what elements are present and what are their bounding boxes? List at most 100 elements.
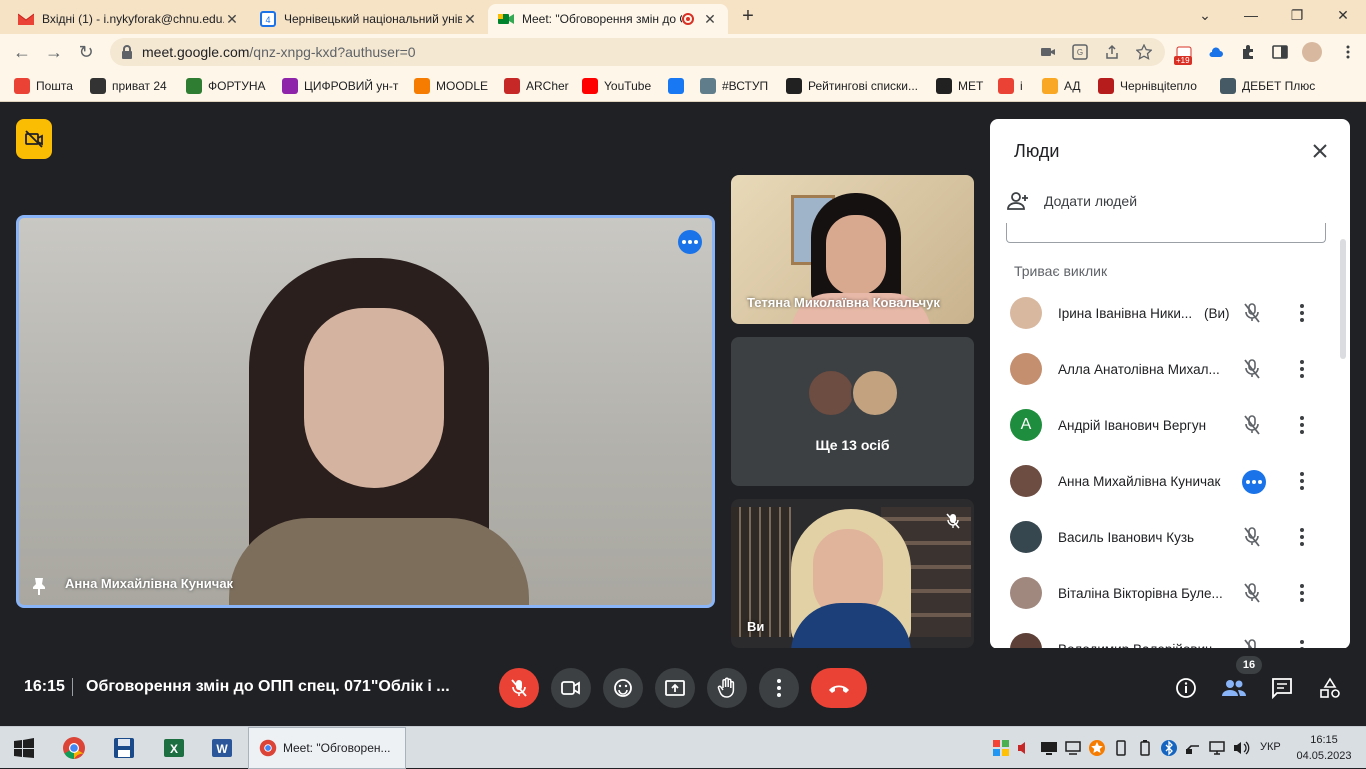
mic-toggle-button[interactable]: [499, 668, 539, 708]
side-panel-icon[interactable]: [1272, 44, 1288, 60]
pin-icon[interactable]: [31, 577, 47, 595]
bookmark-item[interactable]: приват 24: [90, 76, 167, 96]
restore-button[interactable]: ❐: [1274, 0, 1320, 30]
tray-monitor-icon[interactable]: [1040, 739, 1058, 757]
taskbar-active-window[interactable]: Meet: "Обговорен...: [248, 727, 406, 769]
tray-bluetooth-icon[interactable]: [1160, 739, 1178, 757]
bookmark-label: АД: [1064, 79, 1081, 93]
meeting-details-button[interactable]: [1172, 674, 1200, 702]
bookmark-item[interactable]: Пошта: [14, 76, 73, 96]
participant-row[interactable]: Віталіна Вікторівна Буле...: [990, 565, 1340, 621]
back-button[interactable]: ←: [10, 40, 34, 64]
share-icon[interactable]: [1104, 44, 1120, 60]
bookmark-item[interactable]: Рейтингові списки...: [786, 76, 918, 96]
recording-icon: [682, 13, 694, 25]
tray-display-icon[interactable]: [1064, 739, 1082, 757]
chat-button[interactable]: [1268, 674, 1296, 702]
bookmark-item[interactable]: MOODLE: [414, 76, 488, 96]
minimize-button[interactable]: —: [1228, 0, 1274, 30]
participant-options-button[interactable]: [1290, 581, 1314, 605]
bookmark-item[interactable]: #ВСТУП: [700, 76, 768, 96]
close-panel-icon[interactable]: [1308, 139, 1332, 163]
translate-icon[interactable]: G: [1072, 44, 1088, 60]
participant-options-button[interactable]: [1290, 301, 1314, 325]
tray-star-icon[interactable]: [1088, 739, 1106, 757]
present-screen-button[interactable]: [655, 668, 695, 708]
forward-button[interactable]: →: [42, 40, 66, 64]
new-tab-button[interactable]: +: [737, 6, 759, 28]
tray-volume-icon[interactable]: [1232, 739, 1250, 757]
word-taskbar-icon[interactable]: W: [208, 734, 236, 762]
windows-start-button[interactable]: [10, 734, 38, 762]
tray-network-icon[interactable]: [1208, 739, 1226, 757]
reload-button[interactable]: ↻: [74, 40, 98, 64]
participant-tile-top[interactable]: Тетяна Миколаївна Ковальчук: [731, 175, 974, 324]
bookmark-item[interactable]: і: [998, 76, 1023, 96]
close-tab-icon[interactable]: ✕: [702, 11, 718, 27]
tab-gmail[interactable]: Вхідні (1) - i.nykyforak@chnu.edu.ua ✕: [8, 4, 250, 34]
participant-row[interactable]: Володимир Валерійович...: [990, 621, 1340, 649]
self-tile[interactable]: Ви: [731, 499, 974, 648]
close-tab-icon[interactable]: ✕: [224, 11, 240, 27]
profile-avatar[interactable]: [1302, 42, 1322, 62]
close-tab-icon[interactable]: ✕: [462, 11, 478, 27]
bookmark-item[interactable]: [668, 76, 690, 96]
chrome-taskbar-icon[interactable]: [60, 734, 88, 762]
tray-colorful-icon[interactable]: [992, 739, 1010, 757]
excel-taskbar-icon[interactable]: X: [160, 734, 188, 762]
bookmark-item[interactable]: ARCher: [504, 76, 569, 96]
bookmark-item[interactable]: YouTube: [582, 76, 651, 96]
participant-row[interactable]: Ірина Іванівна Ники... (Ви): [990, 285, 1340, 341]
tile-options-button[interactable]: [678, 230, 702, 254]
lock-icon[interactable]: [120, 44, 136, 60]
camera-in-use-icon[interactable]: [1040, 44, 1056, 60]
camera-toggle-button[interactable]: [551, 668, 591, 708]
save-disk-taskbar-icon[interactable]: [110, 734, 138, 762]
bookmark-item[interactable]: ДЕБЕТ Плюс: [1220, 76, 1315, 96]
bookmark-item[interactable]: Чернівціtепло: [1098, 76, 1197, 96]
participant-options-button[interactable]: [1290, 413, 1314, 437]
menu-kebab-icon[interactable]: [1340, 44, 1356, 60]
participant-row[interactable]: Алла Анатолівна Михал...: [990, 341, 1340, 397]
raise-hand-button[interactable]: [707, 668, 747, 708]
bookmark-label: ФОРТУНА: [208, 79, 266, 93]
more-options-button[interactable]: [759, 668, 799, 708]
main-video-tile[interactable]: Анна Михайлівна Куничак: [16, 215, 715, 608]
extensions-puzzle-icon[interactable]: [1240, 44, 1256, 60]
tab-title: Meet: "Обговорення змін до ОПП: [522, 12, 682, 26]
tray-link-icon[interactable]: [1184, 739, 1202, 757]
reactions-button[interactable]: [603, 668, 643, 708]
cloud-icon[interactable]: [1208, 44, 1224, 60]
tab-calendar[interactable]: 4 Чернівецький національний університет …: [250, 4, 488, 34]
bookmark-star-icon[interactable]: [1136, 44, 1152, 60]
close-window-button[interactable]: ✕: [1320, 0, 1366, 30]
bookmark-item[interactable]: МЕТ: [936, 76, 983, 96]
tray-speaker-mute-icon[interactable]: [1016, 739, 1034, 757]
system-clock[interactable]: 16:15 04.05.2023: [1294, 732, 1354, 764]
participant-row[interactable]: A Андрій Іванович Вергун: [990, 397, 1340, 453]
tab-search-icon[interactable]: ⌄: [1182, 0, 1228, 30]
tray-battery-icon[interactable]: [1136, 739, 1154, 757]
others-tile[interactable]: Ще 13 осіб: [731, 337, 974, 486]
activities-button[interactable]: [1316, 674, 1344, 702]
add-people-button[interactable]: Додати людей: [1006, 191, 1137, 211]
recording-notice-button[interactable]: [16, 119, 52, 159]
input-language[interactable]: УКР: [1260, 741, 1281, 753]
bookmark-item[interactable]: АД: [1042, 76, 1081, 96]
participant-row[interactable]: Анна Михайлівна Куничак: [990, 453, 1340, 509]
leave-call-button[interactable]: [811, 668, 867, 708]
tray-usb-icon[interactable]: [1112, 739, 1130, 757]
search-people-input[interactable]: [1006, 223, 1326, 243]
participant-options-button[interactable]: [1290, 525, 1314, 549]
bookmark-item[interactable]: ЦИФРОВИЙ ун-т: [282, 76, 398, 96]
bookmark-item[interactable]: ФОРТУНА: [186, 76, 266, 96]
people-button[interactable]: [1220, 674, 1248, 702]
omnibox[interactable]: meet.google.com/qnz-xnpg-kxd?authuser=0 …: [110, 38, 1165, 66]
tab-meet[interactable]: Meet: "Обговорення змін до ОПП ✕: [488, 4, 728, 34]
people-icon: [1222, 680, 1246, 696]
participant-options-button[interactable]: [1290, 469, 1314, 493]
participant-options-button[interactable]: [1290, 357, 1314, 381]
bookmark-favicon-icon: [504, 78, 520, 94]
participant-row[interactable]: Василь Іванович Кузь: [990, 509, 1340, 565]
panel-scrollbar[interactable]: [1340, 239, 1346, 359]
